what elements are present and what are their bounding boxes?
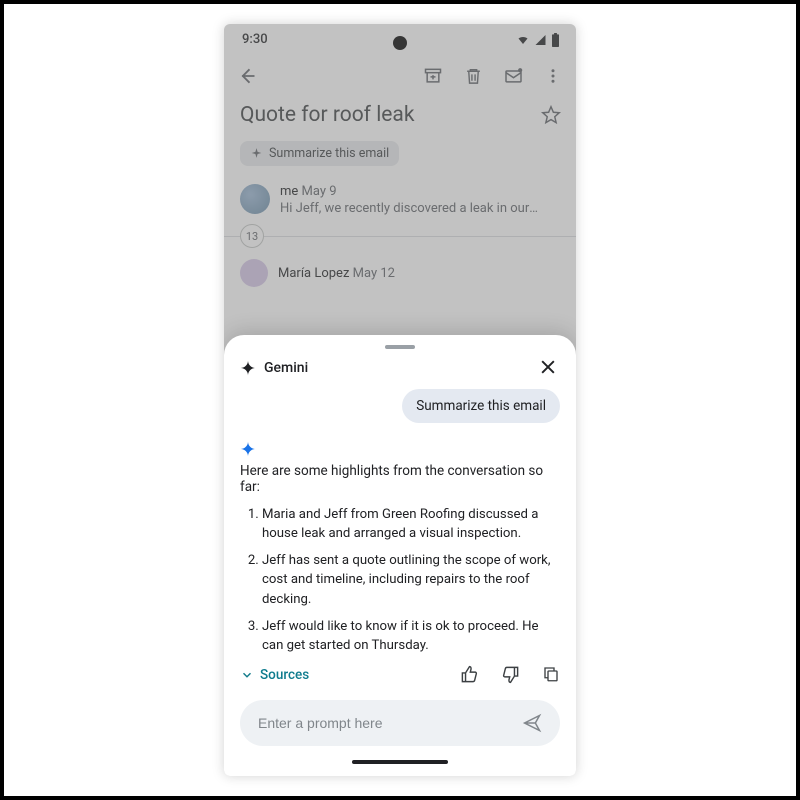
thumbs-up-icon[interactable] xyxy=(460,665,479,684)
gemini-spark-icon xyxy=(240,360,256,376)
gemini-sheet: Gemini Summarize this email Here are som… xyxy=(224,335,576,776)
summary-item: Maria and Jeff from Green Roofing discus… xyxy=(262,505,560,543)
summary-list: Maria and Jeff from Green Roofing discus… xyxy=(240,505,560,655)
summary-intro: Here are some highlights from the conver… xyxy=(240,463,560,495)
response-spark-icon xyxy=(240,441,560,457)
prompt-input-container[interactable] xyxy=(240,700,560,746)
home-indicator[interactable] xyxy=(352,760,448,764)
summary-item: Jeff would like to know if it is ok to p… xyxy=(262,617,560,655)
prompt-input[interactable] xyxy=(258,715,485,731)
phone-frame: 9:30 xyxy=(224,24,576,776)
thumbs-down-icon[interactable] xyxy=(501,665,520,684)
user-prompt-chip: Summarize this email xyxy=(402,389,560,423)
send-icon[interactable] xyxy=(522,713,542,733)
summary-item: Jeff has sent a quote outlining the scop… xyxy=(262,551,560,608)
sources-toggle[interactable]: Sources xyxy=(240,667,309,683)
sheet-title: Gemini xyxy=(264,360,308,376)
close-button[interactable] xyxy=(538,357,560,379)
chevron-down-icon xyxy=(240,668,254,682)
copy-icon[interactable] xyxy=(542,665,560,684)
sheet-grabber[interactable] xyxy=(385,345,415,349)
sources-label: Sources xyxy=(260,667,309,683)
